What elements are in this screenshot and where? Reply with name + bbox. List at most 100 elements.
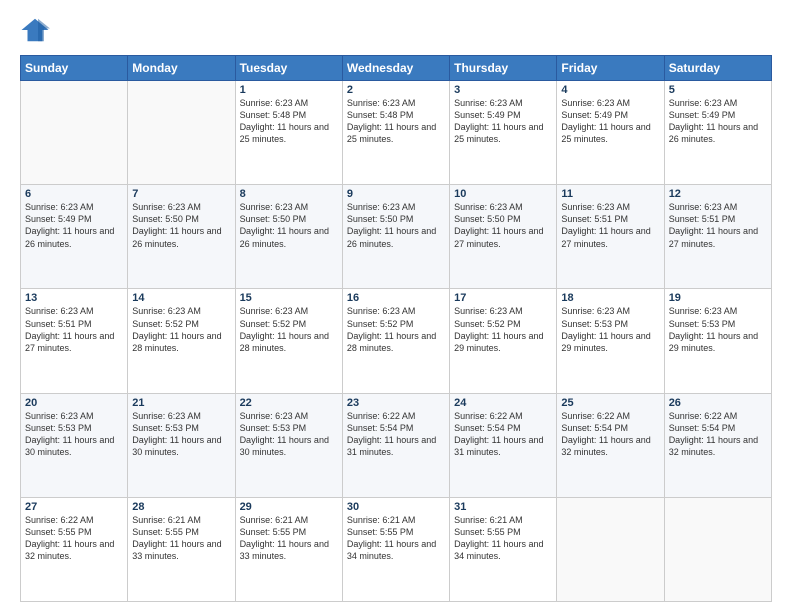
day-info: Sunrise: 6:23 AM Sunset: 5:53 PM Dayligh… bbox=[561, 305, 659, 354]
calendar-cell: 31Sunrise: 6:21 AM Sunset: 5:55 PM Dayli… bbox=[450, 497, 557, 601]
day-number: 25 bbox=[561, 397, 659, 409]
day-number: 24 bbox=[454, 397, 552, 409]
day-info: Sunrise: 6:23 AM Sunset: 5:49 PM Dayligh… bbox=[561, 97, 659, 146]
page: SundayMondayTuesdayWednesdayThursdayFrid… bbox=[0, 0, 792, 612]
calendar-cell: 19Sunrise: 6:23 AM Sunset: 5:53 PM Dayli… bbox=[664, 289, 771, 393]
day-number: 18 bbox=[561, 292, 659, 304]
calendar-cell: 22Sunrise: 6:23 AM Sunset: 5:53 PM Dayli… bbox=[235, 393, 342, 497]
day-info: Sunrise: 6:23 AM Sunset: 5:49 PM Dayligh… bbox=[454, 97, 552, 146]
calendar-cell: 2Sunrise: 6:23 AM Sunset: 5:48 PM Daylig… bbox=[342, 81, 449, 185]
weekday-header-cell: Friday bbox=[557, 56, 664, 81]
calendar-cell: 13Sunrise: 6:23 AM Sunset: 5:51 PM Dayli… bbox=[21, 289, 128, 393]
day-number: 3 bbox=[454, 84, 552, 96]
logo bbox=[20, 15, 53, 45]
day-info: Sunrise: 6:23 AM Sunset: 5:52 PM Dayligh… bbox=[132, 305, 230, 354]
day-info: Sunrise: 6:23 AM Sunset: 5:50 PM Dayligh… bbox=[240, 201, 338, 250]
day-info: Sunrise: 6:23 AM Sunset: 5:53 PM Dayligh… bbox=[25, 410, 123, 459]
calendar-week-row: 1Sunrise: 6:23 AM Sunset: 5:48 PM Daylig… bbox=[21, 81, 772, 185]
day-info: Sunrise: 6:22 AM Sunset: 5:54 PM Dayligh… bbox=[454, 410, 552, 459]
day-info: Sunrise: 6:23 AM Sunset: 5:50 PM Dayligh… bbox=[132, 201, 230, 250]
calendar-table: SundayMondayTuesdayWednesdayThursdayFrid… bbox=[20, 55, 772, 602]
calendar-cell: 18Sunrise: 6:23 AM Sunset: 5:53 PM Dayli… bbox=[557, 289, 664, 393]
day-info: Sunrise: 6:23 AM Sunset: 5:51 PM Dayligh… bbox=[25, 305, 123, 354]
day-number: 23 bbox=[347, 397, 445, 409]
day-number: 28 bbox=[132, 501, 230, 513]
calendar-cell: 29Sunrise: 6:21 AM Sunset: 5:55 PM Dayli… bbox=[235, 497, 342, 601]
calendar-cell: 14Sunrise: 6:23 AM Sunset: 5:52 PM Dayli… bbox=[128, 289, 235, 393]
day-number: 4 bbox=[561, 84, 659, 96]
day-number: 20 bbox=[25, 397, 123, 409]
calendar-cell: 11Sunrise: 6:23 AM Sunset: 5:51 PM Dayli… bbox=[557, 185, 664, 289]
day-number: 12 bbox=[669, 188, 767, 200]
calendar-cell: 23Sunrise: 6:22 AM Sunset: 5:54 PM Dayli… bbox=[342, 393, 449, 497]
day-info: Sunrise: 6:23 AM Sunset: 5:51 PM Dayligh… bbox=[669, 201, 767, 250]
day-number: 9 bbox=[347, 188, 445, 200]
day-number: 30 bbox=[347, 501, 445, 513]
day-info: Sunrise: 6:22 AM Sunset: 5:54 PM Dayligh… bbox=[347, 410, 445, 459]
day-number: 22 bbox=[240, 397, 338, 409]
day-number: 2 bbox=[347, 84, 445, 96]
day-number: 16 bbox=[347, 292, 445, 304]
day-info: Sunrise: 6:21 AM Sunset: 5:55 PM Dayligh… bbox=[454, 514, 552, 563]
day-info: Sunrise: 6:23 AM Sunset: 5:52 PM Dayligh… bbox=[347, 305, 445, 354]
calendar-cell: 26Sunrise: 6:22 AM Sunset: 5:54 PM Dayli… bbox=[664, 393, 771, 497]
calendar-cell: 7Sunrise: 6:23 AM Sunset: 5:50 PM Daylig… bbox=[128, 185, 235, 289]
weekday-header-cell: Wednesday bbox=[342, 56, 449, 81]
weekday-header-cell: Monday bbox=[128, 56, 235, 81]
weekday-header-cell: Thursday bbox=[450, 56, 557, 81]
calendar-week-row: 6Sunrise: 6:23 AM Sunset: 5:49 PM Daylig… bbox=[21, 185, 772, 289]
day-number: 8 bbox=[240, 188, 338, 200]
day-number: 27 bbox=[25, 501, 123, 513]
calendar-cell bbox=[21, 81, 128, 185]
day-number: 17 bbox=[454, 292, 552, 304]
day-number: 21 bbox=[132, 397, 230, 409]
day-number: 6 bbox=[25, 188, 123, 200]
calendar-cell bbox=[128, 81, 235, 185]
calendar-cell: 3Sunrise: 6:23 AM Sunset: 5:49 PM Daylig… bbox=[450, 81, 557, 185]
day-number: 13 bbox=[25, 292, 123, 304]
calendar-cell: 17Sunrise: 6:23 AM Sunset: 5:52 PM Dayli… bbox=[450, 289, 557, 393]
header bbox=[20, 15, 772, 45]
day-number: 10 bbox=[454, 188, 552, 200]
calendar-body: 1Sunrise: 6:23 AM Sunset: 5:48 PM Daylig… bbox=[21, 81, 772, 602]
day-info: Sunrise: 6:23 AM Sunset: 5:53 PM Dayligh… bbox=[669, 305, 767, 354]
day-number: 11 bbox=[561, 188, 659, 200]
day-info: Sunrise: 6:21 AM Sunset: 5:55 PM Dayligh… bbox=[347, 514, 445, 563]
calendar-cell: 20Sunrise: 6:23 AM Sunset: 5:53 PM Dayli… bbox=[21, 393, 128, 497]
day-number: 1 bbox=[240, 84, 338, 96]
day-info: Sunrise: 6:23 AM Sunset: 5:49 PM Dayligh… bbox=[25, 201, 123, 250]
day-info: Sunrise: 6:23 AM Sunset: 5:50 PM Dayligh… bbox=[347, 201, 445, 250]
calendar-cell: 25Sunrise: 6:22 AM Sunset: 5:54 PM Dayli… bbox=[557, 393, 664, 497]
day-info: Sunrise: 6:22 AM Sunset: 5:54 PM Dayligh… bbox=[561, 410, 659, 459]
day-number: 19 bbox=[669, 292, 767, 304]
calendar-cell: 21Sunrise: 6:23 AM Sunset: 5:53 PM Dayli… bbox=[128, 393, 235, 497]
calendar-cell bbox=[664, 497, 771, 601]
calendar-cell: 9Sunrise: 6:23 AM Sunset: 5:50 PM Daylig… bbox=[342, 185, 449, 289]
day-number: 7 bbox=[132, 188, 230, 200]
day-number: 26 bbox=[669, 397, 767, 409]
day-info: Sunrise: 6:21 AM Sunset: 5:55 PM Dayligh… bbox=[240, 514, 338, 563]
weekday-header-row: SundayMondayTuesdayWednesdayThursdayFrid… bbox=[21, 56, 772, 81]
day-number: 29 bbox=[240, 501, 338, 513]
calendar-cell: 30Sunrise: 6:21 AM Sunset: 5:55 PM Dayli… bbox=[342, 497, 449, 601]
calendar-cell: 8Sunrise: 6:23 AM Sunset: 5:50 PM Daylig… bbox=[235, 185, 342, 289]
day-info: Sunrise: 6:21 AM Sunset: 5:55 PM Dayligh… bbox=[132, 514, 230, 563]
day-info: Sunrise: 6:23 AM Sunset: 5:49 PM Dayligh… bbox=[669, 97, 767, 146]
calendar-week-row: 13Sunrise: 6:23 AM Sunset: 5:51 PM Dayli… bbox=[21, 289, 772, 393]
day-number: 15 bbox=[240, 292, 338, 304]
calendar-cell: 4Sunrise: 6:23 AM Sunset: 5:49 PM Daylig… bbox=[557, 81, 664, 185]
calendar-week-row: 27Sunrise: 6:22 AM Sunset: 5:55 PM Dayli… bbox=[21, 497, 772, 601]
weekday-header-cell: Tuesday bbox=[235, 56, 342, 81]
day-number: 14 bbox=[132, 292, 230, 304]
day-info: Sunrise: 6:23 AM Sunset: 5:52 PM Dayligh… bbox=[454, 305, 552, 354]
calendar-cell: 16Sunrise: 6:23 AM Sunset: 5:52 PM Dayli… bbox=[342, 289, 449, 393]
calendar-week-row: 20Sunrise: 6:23 AM Sunset: 5:53 PM Dayli… bbox=[21, 393, 772, 497]
calendar-cell: 24Sunrise: 6:22 AM Sunset: 5:54 PM Dayli… bbox=[450, 393, 557, 497]
day-number: 31 bbox=[454, 501, 552, 513]
calendar-cell: 27Sunrise: 6:22 AM Sunset: 5:55 PM Dayli… bbox=[21, 497, 128, 601]
calendar-cell: 15Sunrise: 6:23 AM Sunset: 5:52 PM Dayli… bbox=[235, 289, 342, 393]
day-number: 5 bbox=[669, 84, 767, 96]
day-info: Sunrise: 6:23 AM Sunset: 5:53 PM Dayligh… bbox=[132, 410, 230, 459]
day-info: Sunrise: 6:23 AM Sunset: 5:50 PM Dayligh… bbox=[454, 201, 552, 250]
day-info: Sunrise: 6:23 AM Sunset: 5:53 PM Dayligh… bbox=[240, 410, 338, 459]
